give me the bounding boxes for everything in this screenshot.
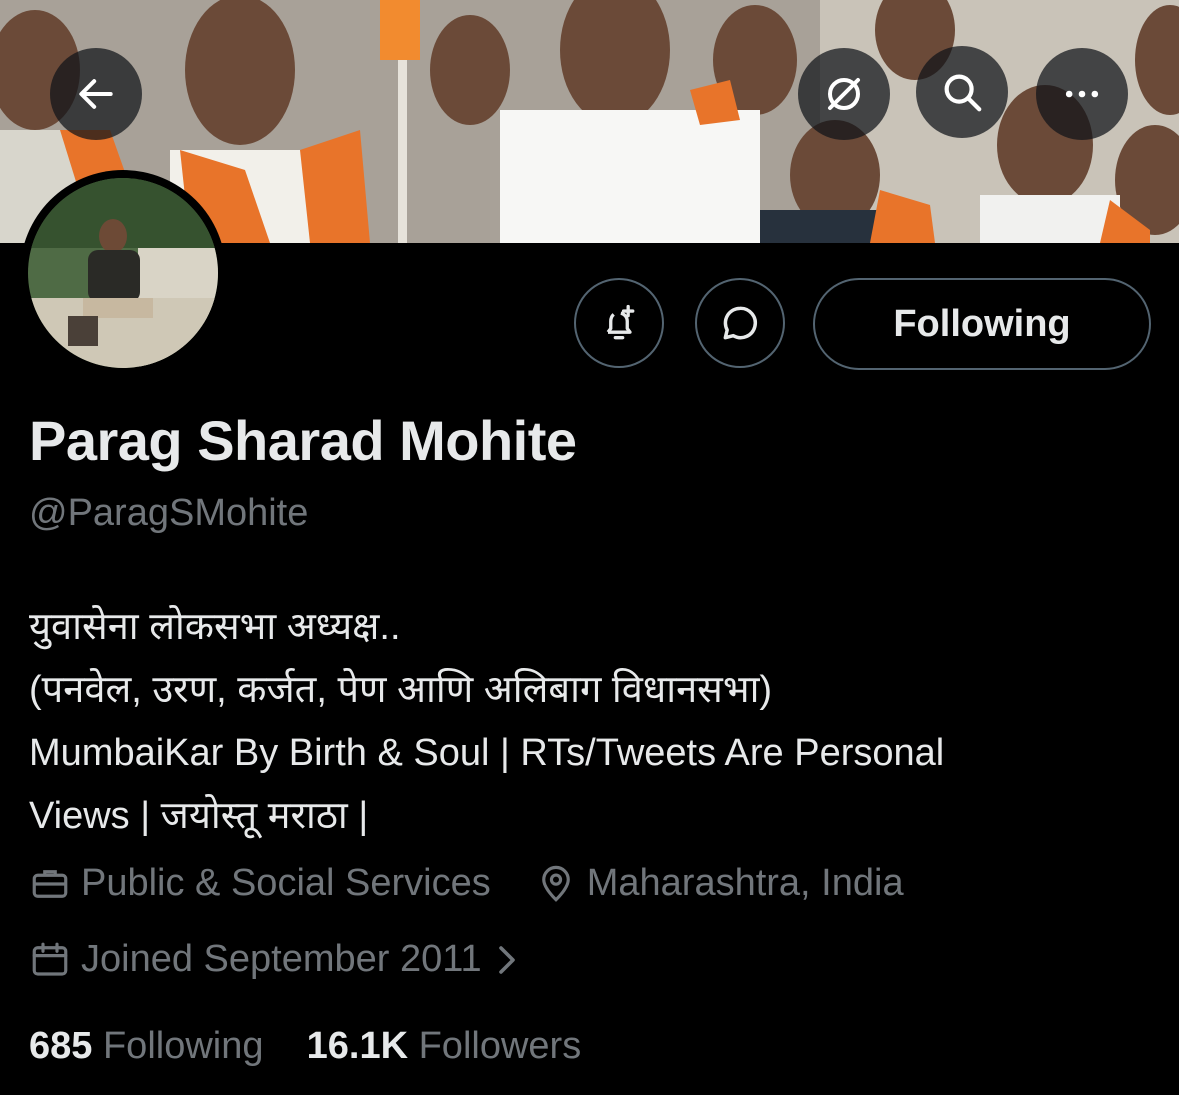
following-button[interactable]: Following (813, 278, 1151, 370)
notifications-button[interactable] (574, 278, 664, 368)
bio-line: Views | जयोस्तू मराठा | (29, 795, 369, 837)
bio: युवासेना लोकसभा अध्यक्ष.. (पनवेल, उरण, क… (29, 596, 1149, 848)
back-button[interactable] (50, 48, 142, 140)
bio-line: युवासेना लोकसभा अध्यक्ष.. (29, 606, 401, 648)
translate-button[interactable] (798, 48, 890, 140)
bio-line: MumbaiKar By Birth & Soul | RTs/Tweets A… (29, 732, 945, 774)
followers-link[interactable]: 16.1K Followers (307, 1025, 582, 1067)
search-icon (944, 74, 982, 112)
followers-label: Followers (418, 1025, 582, 1067)
chevron-right-icon (494, 944, 520, 976)
calendar-icon (29, 939, 71, 981)
following-count: 685 (29, 1025, 93, 1067)
following-label: Following (102, 1025, 264, 1067)
joined-row[interactable]: Joined September 2011 (29, 938, 530, 981)
followers-count: 16.1K (306, 1025, 409, 1067)
message-button[interactable] (695, 278, 785, 368)
bell-plus-icon (606, 304, 635, 340)
profile-meta: Public & Social Services Maharashtra, In… (29, 862, 904, 905)
avatar[interactable] (20, 170, 226, 376)
bio-line: (पनवेल, उरण, कर्जत, पेण आणि अलिबाग विधान… (29, 669, 773, 711)
translate-icon (828, 78, 860, 110)
avatar-photo (28, 178, 218, 368)
location-pin-icon (535, 863, 577, 905)
more-horizontal-icon (1065, 90, 1099, 98)
search-button[interactable] (916, 46, 1008, 138)
display-name: Parag Sharad Mohite (29, 409, 577, 472)
profile-location: Maharashtra, India (586, 862, 904, 904)
following-link[interactable]: 685 Following (29, 1025, 264, 1067)
message-bubble-icon (723, 306, 758, 340)
joined-date: Joined September 2011 (81, 938, 482, 980)
user-handle: @ParagSMohite (29, 492, 309, 534)
follow-stats: 685 Following 16.1K Followers (29, 1025, 581, 1068)
profile-category: Public & Social Services (81, 862, 491, 904)
arrow-left-icon (79, 79, 113, 109)
more-button[interactable] (1036, 48, 1128, 140)
briefcase-icon (29, 863, 71, 905)
